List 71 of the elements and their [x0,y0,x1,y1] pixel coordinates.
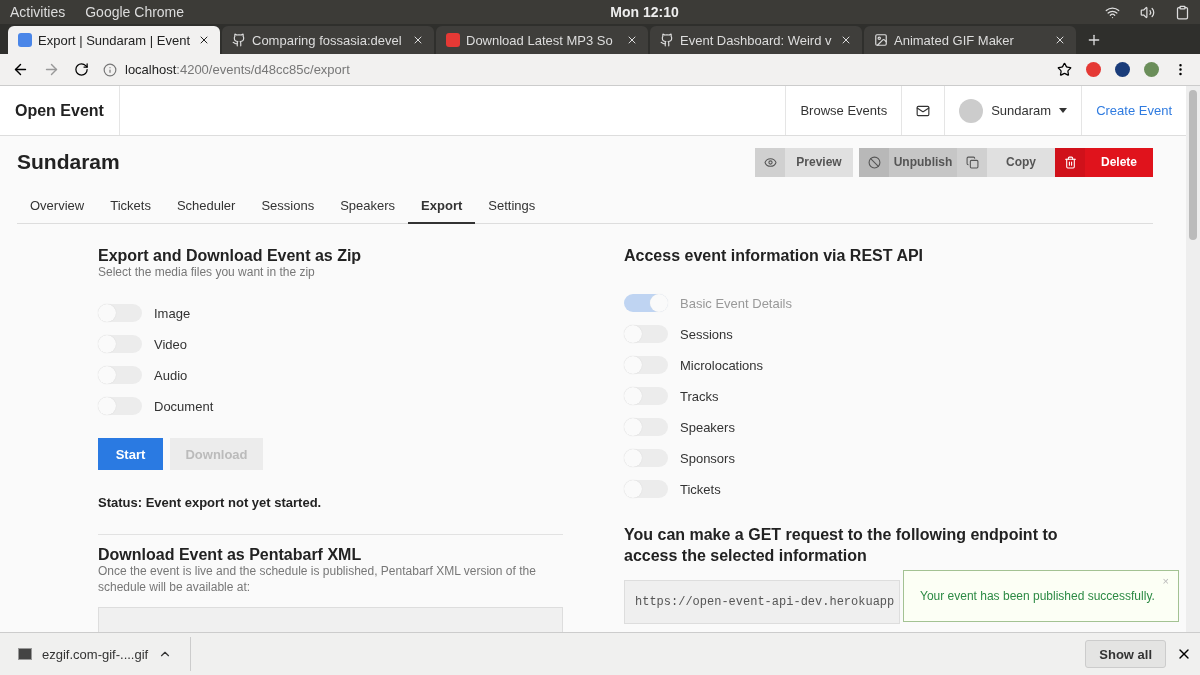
new-tab-icon[interactable] [1086,32,1102,48]
endpoint-title: You can make a GET request to the following endpoint to access the selected information [624,525,1059,566]
url-text[interactable]: localhost:4200/events/d48cc85c/export [125,62,350,77]
toggle-label: Speakers [680,419,735,435]
profile-avatar[interactable] [1144,62,1159,77]
volume-icon[interactable] [1140,4,1155,20]
toggle-label: Microlocations [680,357,764,373]
toggle-label: Tickets [680,481,721,497]
copy-icon [965,155,979,169]
info-icon[interactable] [103,62,117,77]
copy-button[interactable]: Copy [957,147,1055,177]
tab[interactable]: Export [408,188,476,224]
activities-label[interactable]: Activities [10,4,66,20]
preview-button[interactable]: Preview [755,147,853,177]
unpublish-button[interactable]: Unpublish [859,147,957,177]
reload-icon[interactable] [74,62,89,77]
brand-name[interactable]: Open Event [0,86,120,135]
section-subtitle: Select the media files you want in the zip [98,265,316,279]
download-item[interactable]: ezgif.com-gif-....gif [18,637,192,671]
app-menu[interactable]: Google Chrome [85,4,185,20]
github-icon [660,33,674,47]
close-tab-icon[interactable] [626,34,638,46]
tab[interactable]: Settings [475,188,549,224]
toast-message: Your event has been published successfully. [920,589,1155,603]
close-tab-icon[interactable] [1054,34,1066,46]
show-all-button[interactable]: Show all [1085,640,1166,668]
browser-tab[interactable]: Export | Sundaram | Event [8,26,220,54]
section-title: Export and Download Event as Zip [98,247,363,265]
export-status: Status: Event export not yet started. [98,495,323,510]
clipboard-icon[interactable] [1175,4,1190,20]
toggle-label: Video [154,336,187,352]
toggle-label: Sponsors [680,450,735,466]
toggle-label: Audio [154,367,188,383]
toggle-label: Tracks [680,388,719,404]
tab[interactable]: Scheduler [163,188,249,224]
bookmark-star-icon[interactable] [1057,62,1072,77]
toggle-label: Image [154,305,191,321]
close-tab-icon[interactable] [840,34,852,46]
tab[interactable]: Sessions [248,188,328,224]
image-icon [874,33,888,47]
tab[interactable]: Overview [17,188,98,224]
user-menu[interactable]: Sundaram [944,86,1082,135]
close-tab-icon[interactable] [412,34,424,46]
wifi-icon[interactable] [1105,4,1120,20]
browse-events-link[interactable]: Browse Events [785,86,902,135]
toggle-label: Document [154,398,214,414]
delete-button[interactable]: Delete [1055,147,1153,177]
endpoint-field[interactable]: https://open-event-api-dev.herokuapp [624,579,900,624]
mail-icon [916,103,931,118]
section-title: Access event information via REST API [624,247,925,265]
section-title: Download Event as Pentabarf XML [98,546,363,564]
start-button[interactable]: Start [98,438,163,470]
browser-tab[interactable]: Comparing fossasia:devel [222,26,434,54]
toggle-label: Sessions [680,326,733,342]
github-icon [232,33,246,47]
toggle-label: Basic Event Details [680,295,792,311]
ban-icon [867,155,881,169]
close-tab-icon[interactable] [198,34,210,46]
scrollbar[interactable] [1186,86,1200,632]
tab[interactable]: Tickets [97,188,164,224]
browser-tab[interactable]: Animated GIF Maker [864,26,1076,54]
tab[interactable]: Speakers [327,188,409,224]
browser-tab[interactable]: Event Dashboard: Weird v [650,26,862,54]
clock: Mon 12:10 [609,4,680,20]
back-icon[interactable] [12,61,29,78]
section-description: Once the event is live and the schedule is published, Pentabarf XML version of the schedule will be available at: [98,564,537,596]
event-title: Sundaram [17,150,121,174]
browser-tab[interactable]: Download Latest MP3 So [436,26,648,54]
eye-icon [763,155,777,169]
trash-icon [1063,155,1077,169]
extension-icon[interactable] [1115,62,1130,77]
